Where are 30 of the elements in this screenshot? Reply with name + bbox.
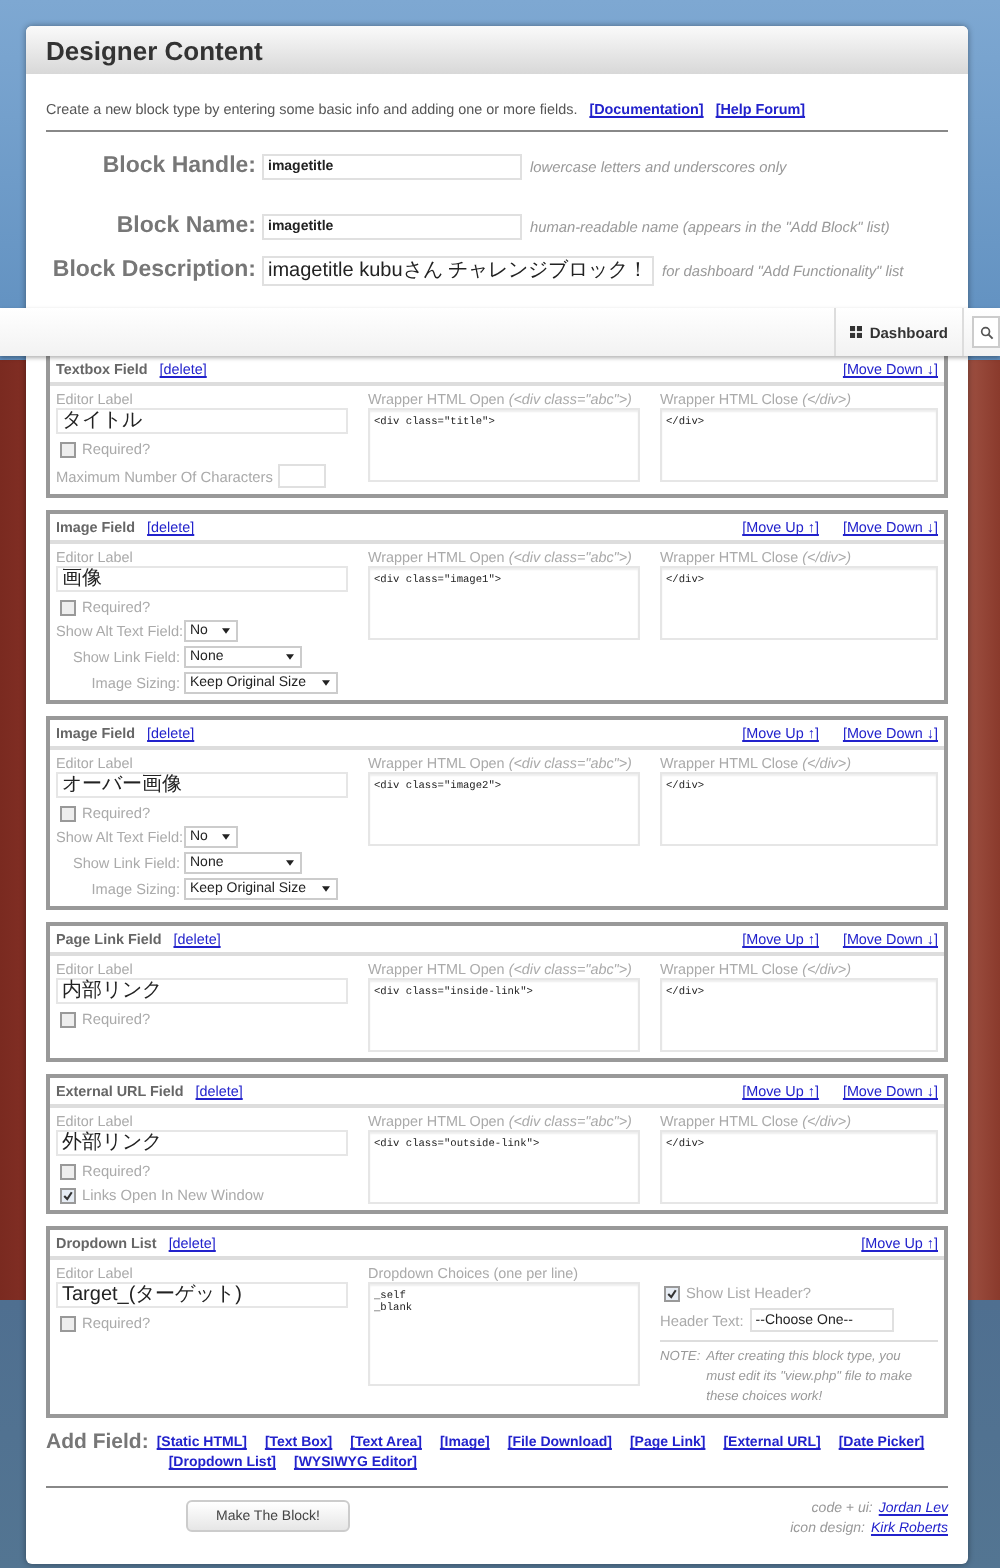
block-field-label: Block Handle: xyxy=(100,154,258,178)
caret-icon xyxy=(286,860,294,866)
text-input[interactable]: imagetitle kubuさん チャレンジブロック！ xyxy=(262,255,655,285)
block-field-label: Block Name: xyxy=(114,214,258,238)
checkbox[interactable] xyxy=(60,1163,76,1179)
checkbox[interactable] xyxy=(60,1315,76,1331)
caret-icon xyxy=(222,834,230,840)
caret-icon xyxy=(286,654,294,660)
editor-label-input[interactable]: オーバー画像 xyxy=(56,772,348,798)
editor-label-input[interactable]: 内部リンク xyxy=(56,978,348,1004)
panel-title: Designer Content xyxy=(46,35,263,65)
checkbox[interactable] xyxy=(664,1285,680,1301)
add-field-label: Add Field: xyxy=(46,1430,149,1454)
search-button[interactable] xyxy=(972,316,1000,348)
grid-icon xyxy=(849,326,862,338)
checkbox[interactable] xyxy=(60,805,76,821)
block-field-label: Block Description: xyxy=(50,258,258,282)
editor-label-input[interactable]: 外部リンク xyxy=(56,1130,348,1156)
caret-icon xyxy=(222,628,230,634)
text-input[interactable] xyxy=(278,464,327,488)
search-icon xyxy=(979,325,993,339)
editor-label-input[interactable]: Target_(ターゲット) xyxy=(56,1282,348,1308)
checkbox[interactable] xyxy=(60,1011,76,1027)
caret-icon xyxy=(322,680,330,686)
checkbox[interactable] xyxy=(60,1187,76,1203)
caret-icon xyxy=(322,886,330,892)
checkbox[interactable] xyxy=(60,599,76,615)
editor-label-input[interactable]: タイトル xyxy=(56,408,348,434)
editor-label-input[interactable]: 画像 xyxy=(56,566,348,592)
checkbox[interactable] xyxy=(60,441,76,457)
